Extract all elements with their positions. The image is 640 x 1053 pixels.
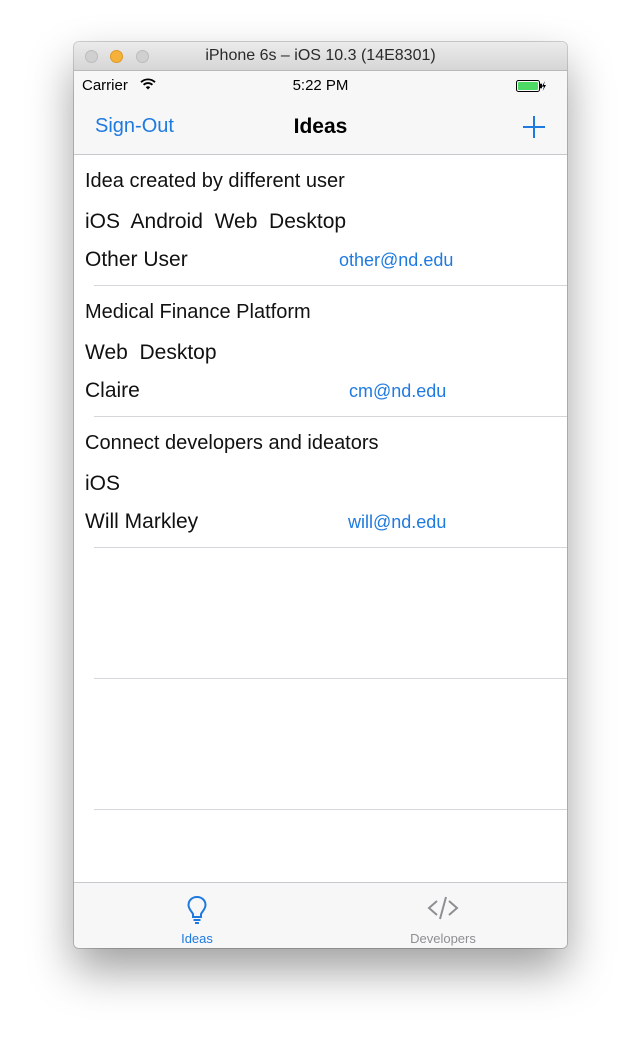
lightbulb-icon <box>187 895 207 924</box>
tab-ideas-label: Ideas <box>181 931 213 946</box>
idea-platforms: Web Desktop <box>85 341 217 364</box>
clock-label: 5:22 PM <box>292 77 349 94</box>
idea-platforms: iOS <box>85 472 121 495</box>
code-icon <box>427 896 459 920</box>
simulator-window: iPhone 6s – iOS 10.3 (14E8301) Carrier 5… <box>74 42 567 948</box>
idea-email-link[interactable]: other@nd.edu <box>339 250 453 271</box>
empty-row <box>74 679 567 810</box>
idea-title: Idea created by different user <box>85 170 345 192</box>
tab-ideas[interactable]: Ideas <box>74 883 320 948</box>
empty-row <box>74 548 567 679</box>
idea-row[interactable]: Idea created by different user iOS Andro… <box>74 155 567 286</box>
idea-email-link[interactable]: cm@nd.edu <box>349 381 446 402</box>
tab-developers-label: Developers <box>410 931 476 946</box>
idea-platforms: iOS Android Web Desktop <box>85 210 347 233</box>
row-separator <box>94 809 567 810</box>
battery-charging-icon <box>516 80 546 92</box>
idea-email-link[interactable]: will@nd.edu <box>348 512 446 533</box>
status-bar: Carrier 5:22 PM <box>74 71 567 99</box>
idea-author: Will Markley <box>85 510 199 533</box>
idea-author: Claire <box>85 379 140 402</box>
idea-author: Other User <box>85 248 188 271</box>
idea-row[interactable]: Connect developers and ideators iOS Will… <box>74 417 567 548</box>
window-titlebar: iPhone 6s – iOS 10.3 (14E8301) <box>74 42 567 71</box>
window-title: iPhone 6s – iOS 10.3 (14E8301) <box>205 47 436 64</box>
idea-title: Medical Finance Platform <box>85 301 311 323</box>
navigation-bar: Sign-Out Ideas <box>74 99 567 155</box>
idea-title: Connect developers and ideators <box>85 432 379 454</box>
plus-icon[interactable] <box>522 115 546 139</box>
tab-developers[interactable]: Developers <box>320 883 566 948</box>
page-title: Ideas <box>293 115 348 138</box>
idea-row[interactable]: Medical Finance Platform Web Desktop Cla… <box>74 286 567 417</box>
ideas-table: Idea created by different user iOS Andro… <box>74 155 567 810</box>
tab-bar: Ideas Developers <box>74 882 567 948</box>
